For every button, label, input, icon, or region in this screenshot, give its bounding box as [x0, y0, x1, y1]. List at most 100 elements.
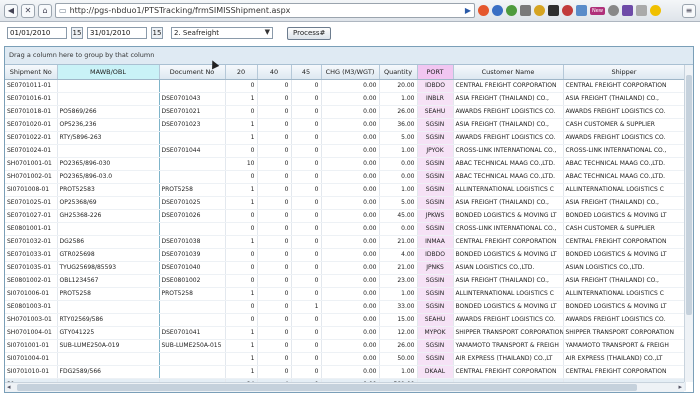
table-cell[interactable]: JPKWS — [417, 209, 454, 223]
table-cell[interactable]: SE0701027-01 — [5, 209, 58, 223]
table-cell[interactable]: ASIAN LOGISTICS CO.,LTD. — [453, 261, 564, 275]
table-cell[interactable] — [57, 352, 160, 366]
freight-type-select[interactable]: 2. Seafreight ▼ — [171, 27, 273, 39]
calendar-icon[interactable]: 15 — [151, 27, 163, 39]
table-cell[interactable]: PROT52583 — [57, 183, 160, 197]
table-cell[interactable]: TYUG25698/85593 — [57, 261, 160, 275]
table-cell[interactable]: 0 — [225, 105, 258, 119]
table-cell[interactable]: IDBDO — [417, 248, 454, 262]
table-cell[interactable]: SGSIN — [417, 157, 454, 171]
table-cell[interactable]: 21.00 — [379, 261, 418, 275]
table-cell[interactable]: 0 — [291, 209, 322, 223]
table-cell[interactable]: 0 — [257, 339, 292, 353]
table-cell[interactable]: 21.00 — [379, 235, 418, 249]
table-cell[interactable]: YAMAMOTO TRANSPORT & FREIGH — [563, 339, 686, 353]
column-header[interactable]: Customer Name — [453, 65, 564, 80]
table-cell[interactable]: SH0701001-01 — [5, 157, 58, 171]
table-cell[interactable]: 0 — [257, 326, 292, 340]
table-cell[interactable]: ABAC TECHNICAL MAAG CO.,LTD. — [563, 170, 686, 184]
column-header[interactable]: 40 — [257, 65, 292, 80]
table-cell[interactable]: 0 — [291, 287, 322, 301]
back-icon[interactable]: ◀ — [4, 3, 18, 18]
table-cell[interactable]: 0 — [257, 248, 292, 262]
table-cell[interactable]: SGSIN — [417, 183, 454, 197]
table-cell[interactable]: SE0701035-01 — [5, 261, 58, 275]
extension-icon[interactable] — [548, 5, 559, 16]
table-cell[interactable]: 0.00 — [321, 131, 380, 145]
table-cell[interactable]: 0.00 — [321, 261, 380, 275]
column-header[interactable]: 45 — [291, 65, 322, 80]
column-header[interactable]: CHG (M3/WGT) — [321, 65, 380, 80]
table-cell[interactable]: 0 — [257, 352, 292, 366]
table-cell[interactable]: ABAC TECHNICAL MAAG CO.,LTD. — [563, 157, 686, 171]
table-cell[interactable]: 0 — [257, 287, 292, 301]
table-cell[interactable]: 0.00 — [379, 157, 418, 171]
table-cell[interactable]: SE0701022-01 — [5, 131, 58, 145]
table-cell[interactable]: 5.00 — [379, 131, 418, 145]
table-cell[interactable]: 0 — [257, 365, 292, 379]
table-cell[interactable]: ABAC TECHNICAL MAAG CO.,LTD. — [453, 157, 564, 171]
process-button[interactable]: Process# — [287, 26, 332, 40]
table-row[interactable]: SE0701035-01 TYUG25698/85593 DSE0701040 0 0 0… — [5, 261, 686, 275]
table-row[interactable]: SE0801001-01 0 0 0 0.00 0.00 SGSIN CROSS-LINK I… — [5, 222, 686, 236]
table-cell[interactable]: PO5869/266 — [57, 105, 160, 119]
table-cell[interactable]: 0 — [225, 144, 258, 158]
table-cell[interactable]: JPNKS — [417, 261, 454, 275]
table-cell[interactable]: CENTRAL FREIGHT CORPORATION — [563, 235, 686, 249]
table-cell[interactable]: DSE0701038 — [159, 235, 226, 249]
table-cell[interactable] — [57, 144, 160, 158]
table-cell[interactable]: 0 — [291, 365, 322, 379]
table-row[interactable]: SE0701016-01 DSE0701043 1 0 0 0.00 1.00 INBLR AS… — [5, 92, 686, 106]
table-cell[interactable]: DSE0701043 — [159, 92, 226, 106]
table-cell[interactable]: AWARDS FREIGHT LOGISTICS CO. — [563, 131, 686, 145]
table-cell[interactable] — [159, 157, 226, 171]
table-cell[interactable]: 1 — [225, 235, 258, 249]
table-cell[interactable]: 0.00 — [321, 235, 380, 249]
table-cell[interactable]: 0 — [257, 313, 292, 327]
table-cell[interactable]: DSE0701025 — [159, 196, 226, 210]
table-cell[interactable]: 0 — [225, 300, 258, 314]
table-cell[interactable]: SH0701003-01 — [5, 313, 58, 327]
table-cell[interactable]: 1 — [225, 339, 258, 353]
table-cell[interactable] — [159, 313, 226, 327]
table-cell[interactable]: OP5236,236 — [57, 118, 160, 132]
table-row[interactable]: SH0701001-01 PO2365/896-030 10 0 0 0.00 0.00 SG… — [5, 157, 686, 171]
table-cell[interactable]: DKAAL — [417, 365, 454, 379]
table-cell[interactable]: ABAC TECHNICAL MAAG CO.,LTD. — [453, 170, 564, 184]
table-cell[interactable]: 0 — [291, 118, 322, 132]
table-cell[interactable]: 0.00 — [321, 196, 380, 210]
table-cell[interactable]: 0 — [257, 196, 292, 210]
scroll-right-icon[interactable]: ▸ — [678, 383, 682, 392]
table-cell[interactable] — [159, 79, 226, 93]
table-cell[interactable]: SE0701020-01 — [5, 118, 58, 132]
table-cell[interactable]: INMAA — [417, 235, 454, 249]
table-cell[interactable]: 0.00 — [321, 144, 380, 158]
table-cell[interactable]: 0 — [225, 248, 258, 262]
table-row[interactable]: SH0701003-01 RTY02569/586 0 0 0 0.00 15.00 SEAH… — [5, 313, 686, 327]
table-cell[interactable] — [159, 170, 226, 184]
extension-icon[interactable] — [635, 5, 647, 16]
extension-icon[interactable] — [607, 5, 619, 16]
table-cell[interactable]: 0 — [291, 144, 322, 158]
table-cell[interactable]: 1 — [225, 183, 258, 197]
table-cell[interactable]: 1 — [225, 92, 258, 106]
table-cell[interactable]: ASIA FREIGHT (THAILAND) CO., — [453, 92, 564, 106]
table-cell[interactable]: 0 — [291, 248, 322, 262]
table-cell[interactable]: 0 — [291, 339, 322, 353]
table-cell[interactable]: 0 — [257, 144, 292, 158]
table-cell[interactable]: SE0701032-01 — [5, 235, 58, 249]
table-cell[interactable]: 0.00 — [321, 92, 380, 106]
table-cell[interactable]: 0.00 — [321, 339, 380, 353]
group-by-area[interactable]: Drag a column here to group by that colu… — [5, 47, 693, 65]
table-cell[interactable]: DSE0701044 — [159, 144, 226, 158]
table-cell[interactable]: 0 — [225, 261, 258, 275]
table-cell[interactable]: SI0701004-01 — [5, 352, 58, 366]
table-cell[interactable]: SE0801003-01 — [5, 300, 58, 314]
table-cell[interactable]: SGSIN — [417, 352, 454, 366]
table-cell[interactable]: 45.00 — [379, 209, 418, 223]
table-cell[interactable]: 0 — [225, 222, 258, 236]
table-cell[interactable]: PROT5258 — [159, 183, 226, 197]
table-row[interactable]: SE0701018-01 PO5869/266 DSE0701021 0 0 0 0.00 2… — [5, 105, 686, 119]
table-cell[interactable]: CENTRAL FREIGHT CORPORATION — [453, 365, 564, 379]
table-cell[interactable]: AWARDS FREIGHT LOGISTICS CO. — [453, 131, 564, 145]
